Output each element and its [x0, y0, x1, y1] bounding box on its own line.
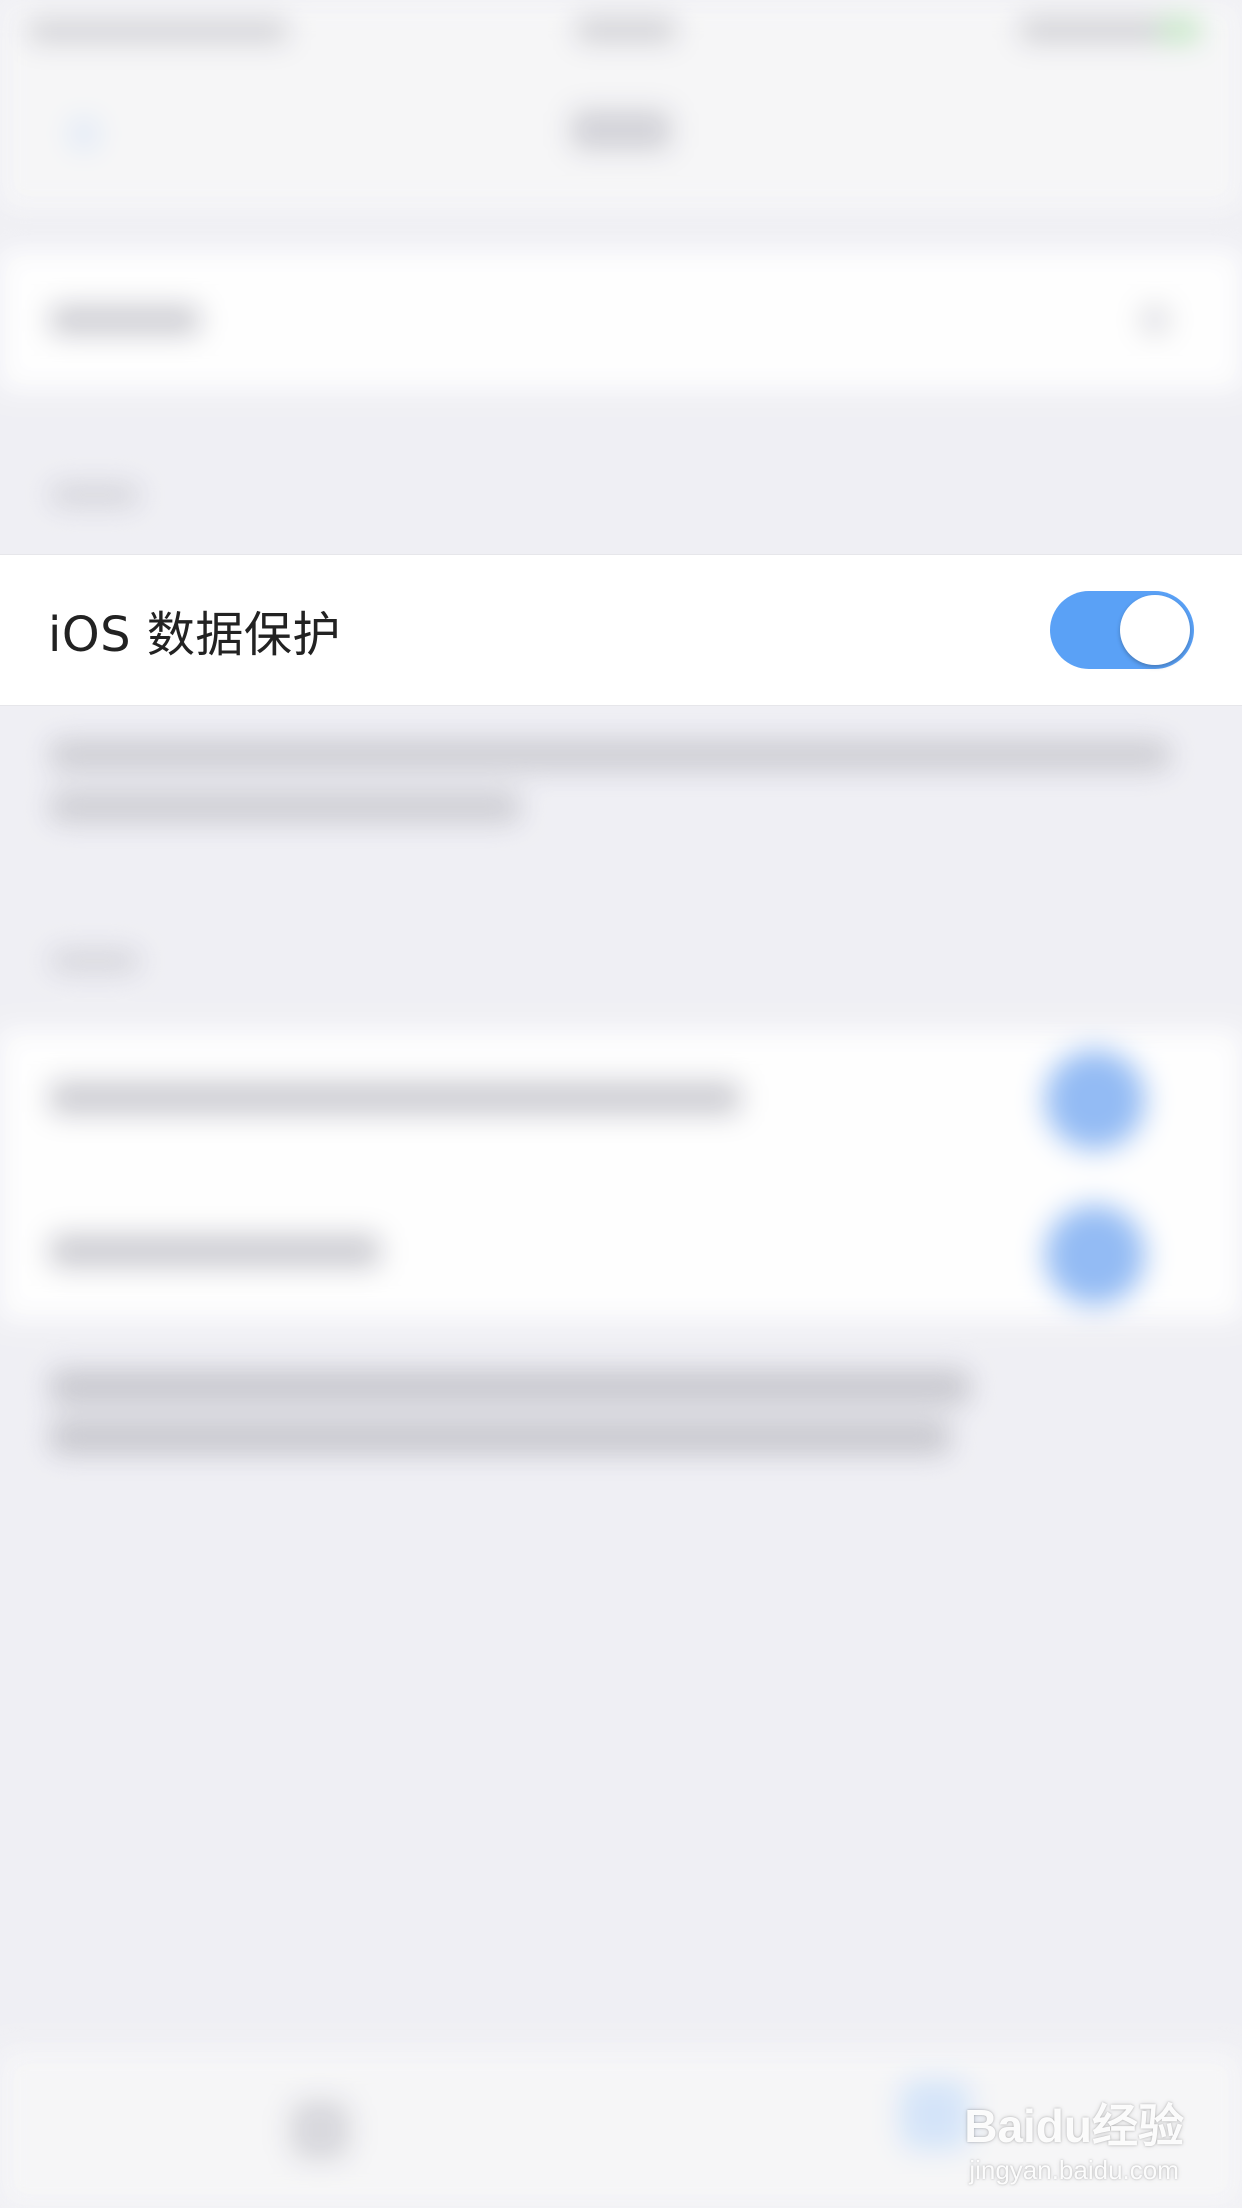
status-battery-blur: [1020, 18, 1200, 42]
watermark-url-text: jingyan.baidu.com: [969, 2155, 1179, 2185]
blurred-footer-line-2: [50, 792, 520, 822]
status-bar: [0, 0, 1242, 60]
blurred-row-label: [50, 306, 200, 334]
watermark-logo-text: Baidu经验: [964, 2100, 1184, 2152]
blurred-row-label-2: [50, 1082, 740, 1114]
ios-data-protection-toggle[interactable]: [1050, 591, 1194, 669]
blurred-background: [0, 0, 1242, 2208]
tab-icon-left: [290, 2100, 350, 2160]
status-time-blur: [576, 18, 676, 42]
blurred-toggle-1: [1045, 1050, 1145, 1150]
blurred-rows-group: [0, 1030, 1242, 1320]
nav-title-blur: [571, 110, 671, 150]
blurred-row-label-3: [50, 1235, 380, 1267]
ios-data-protection-label: iOS 数据保护: [48, 607, 341, 663]
tab-icon-right: [900, 2080, 970, 2150]
navigation-bar: [0, 60, 1242, 210]
baidu-jingyan-watermark: Baidu经验 jingyan.baidu.com: [964, 2103, 1184, 2186]
chevron-right-icon: [1140, 305, 1170, 335]
blurred-row-top: [0, 250, 1242, 390]
blurred-footer-line-1: [50, 740, 1170, 770]
ios-data-protection-row[interactable]: iOS 数据保护: [0, 554, 1242, 706]
toggle-knob-icon: [1120, 595, 1190, 665]
blurred-section-header: [50, 484, 140, 506]
blurred-footer-line-3: [50, 1370, 970, 1404]
blurred-toggle-2: [1045, 1205, 1145, 1305]
blurred-footer-line-4: [50, 1420, 950, 1454]
status-carrier-blur: [28, 20, 288, 42]
back-chevron-icon: [70, 120, 98, 148]
blurred-section-header-2: [50, 950, 140, 972]
